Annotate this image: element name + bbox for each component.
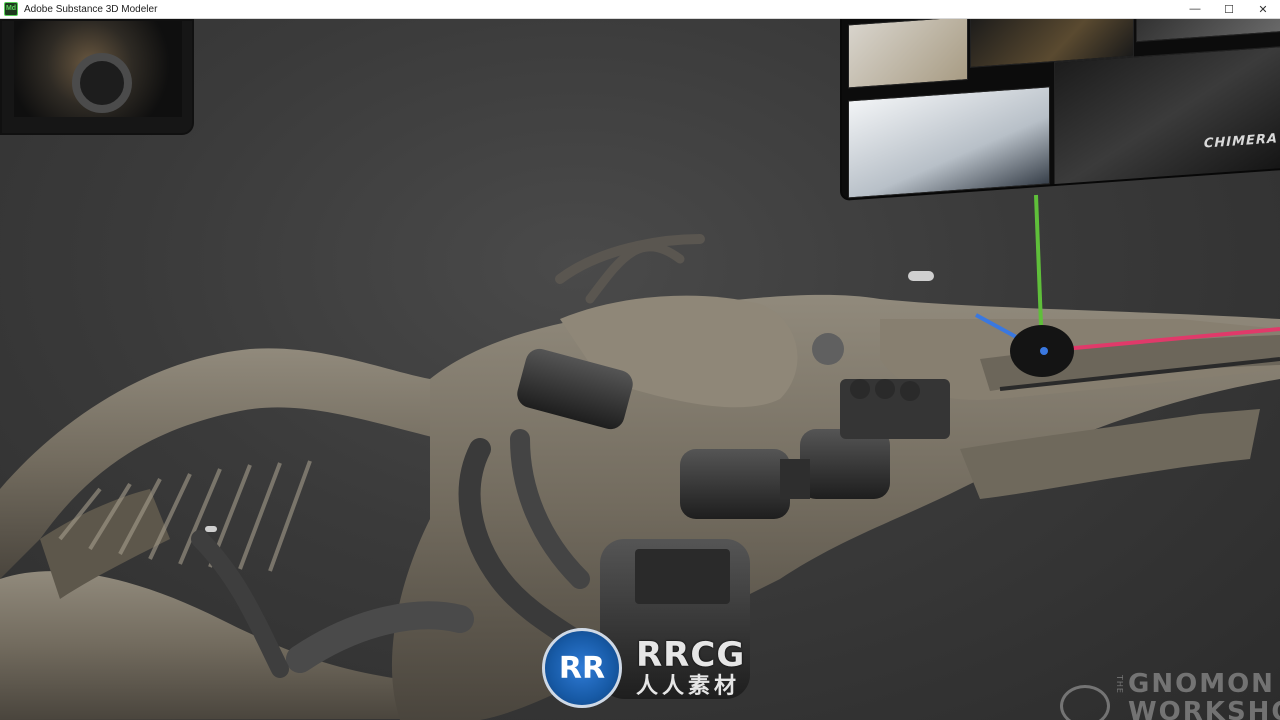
gnomon-line1: GNOMON <box>1128 669 1275 699</box>
viewport-marker-top <box>908 271 934 281</box>
sculpt-model[interactable] <box>0 19 1280 720</box>
gnomon-line2: WORKSHOP <box>1128 697 1280 720</box>
rrcg-brand: RRCG <box>636 635 746 675</box>
window-title: Adobe Substance 3D Modeler <box>24 3 158 15</box>
gnomon-the: THE <box>1115 675 1124 694</box>
rrcg-subtitle: 人人素材 <box>636 674 741 699</box>
close-button[interactable]: ✕ <box>1246 0 1280 18</box>
3d-viewport[interactable]: CHIMERA RR RRCG 人人素材 THE GNOMON WORKSH <box>0 19 1280 720</box>
window-controls: — ☐ ✕ <box>1178 0 1280 18</box>
viewport-marker-left <box>205 526 217 532</box>
rrcg-logo-icon: RR <box>542 628 622 708</box>
stock-frame <box>0 348 440 720</box>
title-bar: Md Adobe Substance 3D Modeler — ☐ ✕ <box>0 0 1280 19</box>
maximize-button[interactable]: ☐ <box>1212 0 1246 18</box>
app-icon: Md <box>4 2 18 16</box>
minimize-button[interactable]: — <box>1178 0 1212 18</box>
rrcg-watermark: RR RRCG 人人素材 <box>542 628 745 708</box>
gnomon-logo-icon <box>1060 685 1110 720</box>
